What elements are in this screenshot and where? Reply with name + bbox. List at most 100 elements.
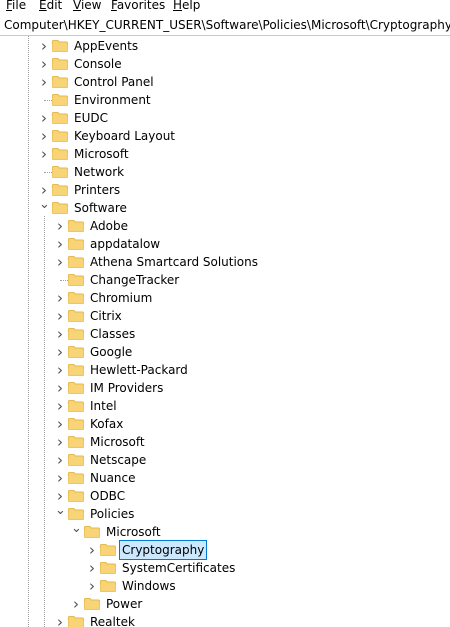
tree-node-cryptography[interactable]: › Cryptography [0, 540, 450, 560]
chevron-right-icon[interactable]: › [55, 361, 65, 379]
tree-node-im-providers[interactable]: › IM Providers [0, 379, 450, 397]
chevron-right-icon[interactable]: › [87, 577, 97, 595]
tree-node-changetracker[interactable]: ChangeTracker [0, 271, 450, 289]
chevron-down-icon[interactable]: ⌄ [39, 198, 50, 217]
folder-icon [68, 490, 84, 502]
tree-node-citrix[interactable]: › Citrix [0, 307, 450, 325]
menu-mnemonic: H [173, 0, 183, 12]
tree-node-eudc[interactable]: › EUDC [0, 109, 450, 127]
chevron-right-icon[interactable]: › [55, 217, 65, 235]
chevron-right-icon[interactable]: › [55, 253, 65, 271]
tree-node-label: Hewlett-Packard [90, 363, 188, 377]
folder-icon [68, 256, 84, 268]
folder-icon [68, 238, 84, 250]
chevron-right-icon[interactable]: › [55, 343, 65, 361]
chevron-right-icon[interactable]: › [55, 307, 65, 325]
tree-node-printers[interactable]: › Printers [0, 181, 450, 199]
tree-node-label: appdatalow [90, 237, 161, 251]
chevron-right-icon[interactable]: › [55, 235, 65, 253]
tree-node-label: Chromium [90, 291, 153, 305]
tree-node-label: Network [74, 165, 125, 179]
tree-node-microsoft[interactable]: ⌄ Microsoft [0, 522, 450, 541]
tree-node-chromium[interactable]: › Chromium [0, 289, 450, 307]
chevron-right-icon[interactable]: › [55, 451, 65, 469]
tree-node-athena-smartcard-solutions[interactable]: › Athena Smartcard Solutions [0, 253, 450, 271]
tree-node-policies[interactable]: ⌄ Policies [0, 504, 450, 523]
tree-node-kofax[interactable]: › Kofax [0, 415, 450, 433]
tree-node-label: Microsoft [90, 435, 145, 449]
tree-node-classes[interactable]: › Classes [0, 325, 450, 343]
chevron-right-icon[interactable]: › [55, 397, 65, 415]
chevron-right-icon[interactable]: › [55, 289, 65, 307]
tree-node-environment[interactable]: Environment [0, 91, 450, 109]
tree-node-label: ChangeTracker [90, 273, 180, 287]
folder-icon [52, 148, 68, 160]
chevron-right-icon[interactable]: › [39, 145, 49, 163]
tree-node-appdatalow[interactable]: › appdatalow [0, 235, 450, 253]
tree-node-software[interactable]: ⌄ Software [0, 198, 450, 217]
tree-node-network[interactable]: Network [0, 163, 450, 181]
tree-node-google[interactable]: › Google [0, 343, 450, 361]
chevron-right-icon[interactable]: › [39, 127, 49, 145]
tree-node-adobe[interactable]: › Adobe [0, 217, 450, 235]
chevron-right-icon[interactable]: › [55, 613, 65, 627]
chevron-down-icon[interactable]: ⌄ [71, 522, 82, 541]
tree-node-realtek[interactable]: › Realtek [0, 613, 450, 627]
tree-node-label: IM Providers [90, 381, 164, 395]
registry-tree: › AppEvents › Console › Control Panel Environm… [0, 36, 450, 627]
tree-node-label: Citrix [90, 309, 122, 323]
menu-favorites[interactable]: Favorites [111, 0, 165, 14]
tree-node-windows[interactable]: › Windows [0, 577, 450, 595]
tree-node-microsoft[interactable]: › Microsoft [0, 433, 450, 451]
tree-node-console[interactable]: › Console [0, 55, 450, 73]
menu-label-rest: elp [182, 0, 201, 12]
menu-edit[interactable]: Edit [39, 0, 62, 14]
tree-node-odbc[interactable]: › ODBC [0, 487, 450, 505]
chevron-right-icon[interactable]: › [39, 37, 49, 55]
tree-node-hewlett-packard[interactable]: › Hewlett-Packard [0, 361, 450, 379]
chevron-right-icon[interactable]: › [55, 433, 65, 451]
menu-file[interactable]: File [6, 0, 26, 14]
tree-node-control-panel[interactable]: › Control Panel [0, 73, 450, 91]
folder-icon [52, 184, 68, 196]
chevron-down-icon[interactable]: ⌄ [55, 504, 66, 523]
folder-icon [52, 94, 68, 106]
tree-node-label: Classes [90, 327, 136, 341]
chevron-right-icon[interactable]: › [55, 379, 65, 397]
folder-icon [68, 346, 84, 358]
chevron-right-icon[interactable]: › [55, 325, 65, 343]
tree-node-label: Netscape [90, 453, 147, 467]
tree-node-power[interactable]: › Power [0, 595, 450, 613]
tree-node-netscape[interactable]: › Netscape [0, 451, 450, 469]
chevron-right-icon[interactable]: › [39, 109, 49, 127]
tree-node-microsoft[interactable]: › Microsoft [0, 145, 450, 163]
address-bar[interactable]: Computer\HKEY_CURRENT_USER\Software\Poli… [0, 14, 450, 36]
tree-node-label: Athena Smartcard Solutions [90, 255, 259, 269]
folder-icon [68, 454, 84, 466]
chevron-right-icon[interactable]: › [55, 469, 65, 487]
tree-node-label: Adobe [90, 219, 128, 233]
folder-icon [100, 580, 116, 592]
folder-icon [68, 418, 84, 430]
tree-node-nuance[interactable]: › Nuance [0, 469, 450, 487]
tree-node-appevents[interactable]: › AppEvents [0, 37, 450, 55]
tree-node-label: Printers [74, 183, 121, 197]
tree-node-intel[interactable]: › Intel [0, 397, 450, 415]
tree-node-label: Realtek [90, 615, 135, 627]
tree-node-keyboard-layout[interactable]: › Keyboard Layout [0, 127, 450, 145]
tree-node-systemcertificates[interactable]: › SystemCertificates [0, 559, 450, 577]
folder-icon [68, 274, 84, 286]
chevron-right-icon[interactable]: › [71, 595, 81, 613]
chevron-right-icon[interactable]: › [39, 73, 49, 91]
tree-node-label: Microsoft [106, 525, 161, 539]
chevron-right-icon[interactable]: › [39, 55, 49, 73]
chevron-right-icon[interactable]: › [55, 415, 65, 433]
chevron-right-icon[interactable]: › [87, 541, 97, 559]
folder-icon [68, 400, 84, 412]
menu-view[interactable]: View [73, 0, 101, 14]
tree-node-label: Software [74, 201, 127, 215]
folder-icon [68, 436, 84, 448]
menu-help[interactable]: Help [173, 0, 200, 14]
tree-node-label: Console [74, 57, 122, 71]
chevron-right-icon[interactable]: › [87, 559, 97, 577]
